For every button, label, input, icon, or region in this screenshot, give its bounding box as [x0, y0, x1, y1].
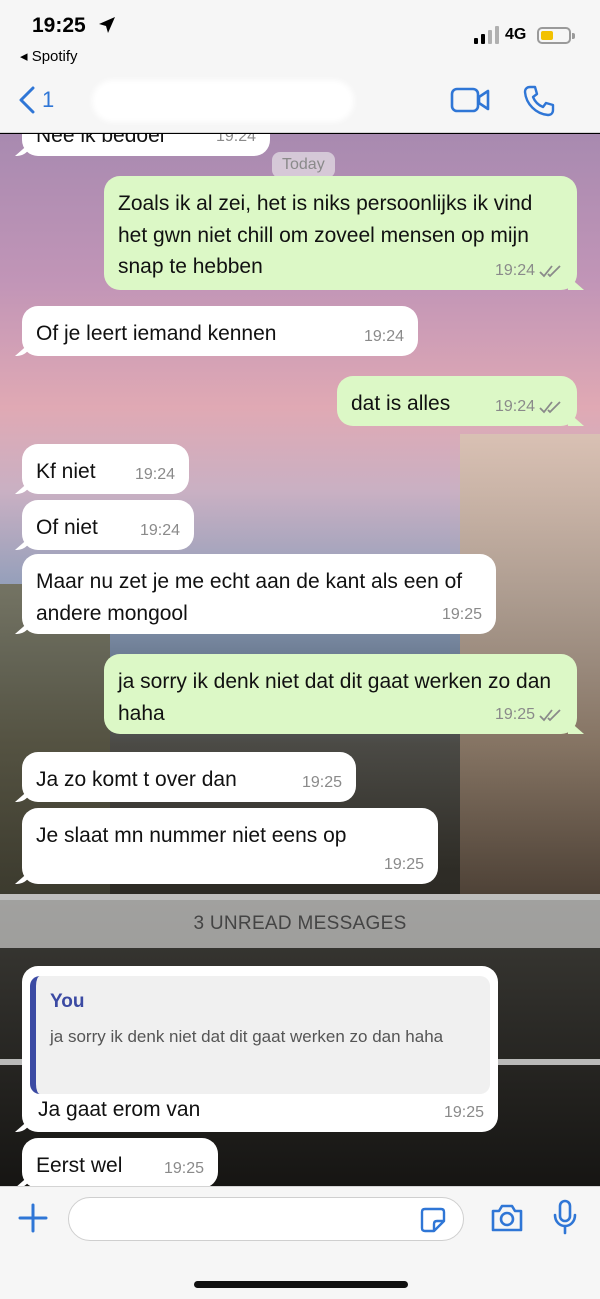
- contact-name-redaction[interactable]: [92, 80, 354, 122]
- chevron-left-icon: [19, 86, 35, 114]
- read-ticks-icon: [539, 709, 561, 722]
- message-text: Nee ik bedoel: [36, 134, 165, 147]
- message-text: Eerst wel: [36, 1154, 123, 1177]
- sticker-icon[interactable]: [420, 1207, 446, 1233]
- message-time: 19:24: [134, 466, 175, 483]
- quoted-text: ja sorry ik denk niet dat dit gaat werke…: [50, 1026, 444, 1046]
- network-type: 4G: [505, 26, 527, 43]
- chat-area[interactable]: Today Nee ik bedoel 19:24 Zoals ik al ze…: [0, 134, 600, 1186]
- location-arrow-icon: [99, 17, 115, 33]
- quoted-author: You: [50, 991, 85, 1012]
- unread-chats-count: 1: [42, 87, 55, 112]
- signal-icon: [474, 26, 499, 44]
- message-text: Ja zo komt t over dan: [36, 768, 237, 791]
- message-bubble-incoming[interactable]: Of je leert iemand kennen 19:24: [22, 306, 418, 356]
- back-button[interactable]: 1: [18, 86, 54, 114]
- message-time: 19:24: [139, 522, 180, 539]
- message-input[interactable]: [83, 1198, 413, 1238]
- message-text: Je slaat mn nummer niet eens op: [36, 824, 347, 847]
- message-time: 19:25: [443, 1104, 484, 1121]
- message-time: 19:24: [363, 328, 404, 345]
- date-chip: Today: [272, 152, 335, 178]
- message-bubble-outgoing[interactable]: dat is alles 19:24: [337, 376, 577, 426]
- home-indicator[interactable]: [194, 1281, 408, 1288]
- message-time: 19:24: [494, 262, 535, 279]
- unread-messages-separator: 3 UNREAD MESSAGES: [0, 900, 600, 948]
- plus-icon[interactable]: [16, 1201, 50, 1235]
- message-time: 19:24: [215, 134, 256, 145]
- message-text: ja sorry ik denk niet dat dit gaat werke…: [118, 670, 552, 725]
- message-bubble-incoming[interactable]: Maar nu zet je me echt aan de kant als e…: [22, 554, 496, 634]
- message-bubble-incoming[interactable]: Nee ik bedoel 19:24: [22, 134, 270, 156]
- message-text: dat is alles: [351, 392, 451, 415]
- message-time: 19:24: [494, 398, 535, 415]
- status-time: 19:25: [32, 14, 86, 37]
- microphone-icon[interactable]: [552, 1199, 578, 1237]
- message-time: 19:25: [301, 774, 342, 791]
- read-ticks-icon: [539, 265, 561, 278]
- message-bubble-outgoing[interactable]: ja sorry ik denk niet dat dit gaat werke…: [104, 654, 577, 734]
- battery-icon: [537, 27, 575, 44]
- quoted-message[interactable]: You ja sorry ik denk niet dat dit gaat w…: [30, 976, 490, 1094]
- message-bubble-incoming-reply[interactable]: You ja sorry ik denk niet dat dit gaat w…: [22, 966, 498, 1132]
- message-bubble-incoming[interactable]: Ja zo komt t over dan 19:25: [22, 752, 356, 802]
- message-text: Of je leert iemand kennen: [36, 322, 277, 345]
- back-to-app-link[interactable]: ◂ Spotify: [20, 47, 78, 65]
- video-call-icon[interactable]: [450, 86, 490, 114]
- message-bubble-incoming[interactable]: Of niet 19:24: [22, 500, 194, 550]
- message-time: 19:25: [383, 856, 424, 873]
- message-time: 19:25: [163, 1160, 204, 1177]
- message-bubble-outgoing[interactable]: Zoals ik al zei, het is niks persoonlijk…: [104, 176, 577, 290]
- message-text: Zoals ik al zei, het is niks persoonlijk…: [118, 192, 533, 278]
- message-bubble-incoming[interactable]: Kf niet 19:24: [22, 444, 189, 494]
- message-text: Of niet: [36, 516, 98, 539]
- read-ticks-icon: [539, 401, 561, 414]
- message-bubble-incoming[interactable]: Eerst wel 19:25: [22, 1138, 218, 1186]
- input-bar: [0, 1186, 600, 1299]
- message-time: 19:25: [441, 606, 482, 623]
- message-time: 19:25: [494, 706, 535, 723]
- message-text: Ja gaat erom van: [38, 1098, 201, 1121]
- camera-icon[interactable]: [490, 1203, 524, 1233]
- phone-icon[interactable]: [522, 84, 556, 118]
- message-text: Maar nu zet je me echt aan de kant als e…: [36, 570, 463, 625]
- message-text: Kf niet: [36, 460, 96, 483]
- message-bubble-incoming[interactable]: Je slaat mn nummer niet eens op 19:25: [22, 808, 438, 884]
- top-bar: 19:25 ◂ Spotify 4G 1: [0, 0, 600, 133]
- message-input-field[interactable]: [68, 1197, 464, 1241]
